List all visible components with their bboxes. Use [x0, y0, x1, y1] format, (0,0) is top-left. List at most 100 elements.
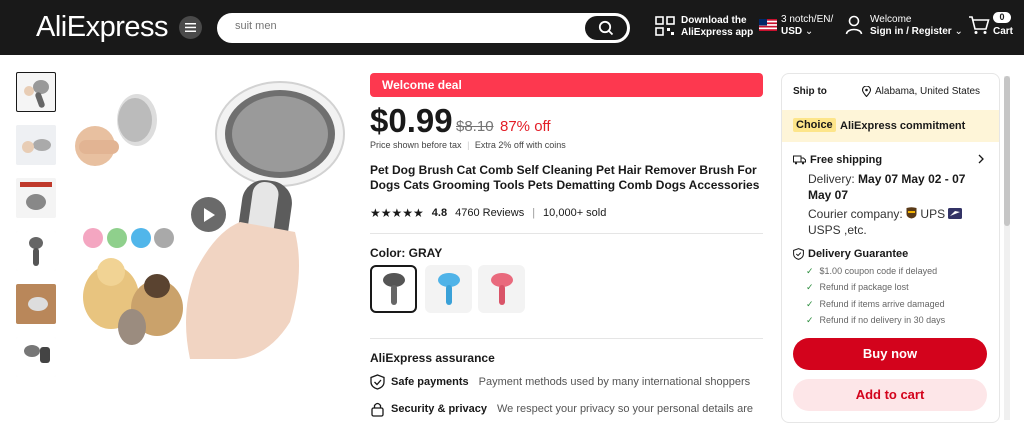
chevron-down-icon: ⌄: [804, 26, 814, 37]
guarantee-text: Refund if items arrive damaged: [819, 299, 945, 309]
assurance-2-title: Security & privacy: [391, 403, 487, 415]
reviews-link[interactable]: 4760 Reviews: [455, 207, 524, 219]
panel-scrollbar-thumb[interactable]: [1004, 76, 1010, 226]
check-icon: ✓: [806, 266, 814, 276]
choice-badge: Choice: [793, 118, 836, 132]
thumbnail-5[interactable]: [16, 284, 56, 324]
delivery-label: Delivery:: [808, 172, 855, 186]
us-flag-icon: [759, 19, 777, 31]
location-pin-icon: [862, 86, 871, 97]
search-button[interactable]: [585, 16, 627, 40]
brush-thumbnail-icon: [16, 284, 56, 324]
locale-line1: 3 notch/EN/: [781, 14, 834, 25]
check-icon: ✓: [806, 315, 814, 325]
guarantee-text: Refund if no delivery in 30 days: [819, 315, 946, 325]
add-to-cart-button[interactable]: Add to cart: [793, 379, 987, 411]
shield-check-icon: [793, 248, 804, 260]
brush-thumbnail-icon: [16, 337, 56, 377]
pink-brush-icon: [490, 273, 513, 305]
assurance-security-privacy[interactable]: Security & privacy We respect your priva…: [370, 401, 753, 417]
chevron-right-icon[interactable]: [977, 154, 985, 164]
swatch-gray[interactable]: [370, 265, 417, 313]
rating-row: ★★★★★ 4.8 4760 Reviews | 10,000+ sold: [370, 206, 606, 220]
divider: [370, 338, 763, 339]
chevron-down-icon: ⌄: [954, 26, 963, 37]
guarantee-text: $1.00 coupon code if delayed: [819, 266, 938, 276]
guarantee-label: Delivery Guarantee: [808, 248, 909, 260]
assurance-safe-payments[interactable]: Safe payments Payment methods used by ma…: [370, 374, 750, 390]
aliexpress-logo[interactable]: AliExpress: [36, 11, 169, 44]
thumbnail-3[interactable]: [16, 178, 56, 218]
play-video-button[interactable]: [191, 197, 226, 232]
download-line2: AliExpress app: [681, 27, 754, 38]
user-icon[interactable]: [845, 15, 863, 35]
thumbnail-4[interactable]: [16, 231, 56, 271]
lock-icon: [371, 402, 384, 417]
top-header: AliExpress Download the AliExpress app 3…: [0, 0, 1024, 55]
courier-name: UPS: [920, 207, 946, 221]
guarantee-item: ✓ $1.00 coupon code if delayed: [806, 266, 937, 277]
star-rating-icon: ★★★★★: [370, 206, 424, 220]
sign-in-register-link[interactable]: Sign in / Register: [870, 26, 952, 37]
discount-percent: 87% off: [500, 118, 551, 135]
search-input[interactable]: [235, 20, 575, 32]
swatch-blue[interactable]: [425, 265, 472, 313]
coins-note: Extra 2% off with coins: [474, 140, 566, 150]
location-text: Alabama, United States: [875, 86, 981, 97]
free-shipping-title[interactable]: Free shipping: [793, 154, 882, 166]
gray-brush-icon: [382, 273, 405, 305]
assurance-1-desc: Payment methods used by many internation…: [478, 376, 751, 388]
locale-selector[interactable]: 3 notch/EN/ USD ⌄: [781, 14, 833, 38]
check-icon: ✓: [806, 282, 814, 292]
assurance-title: AliExpress assurance: [370, 351, 495, 365]
guarantee-item: ✓ Refund if no delivery in 30 days: [806, 315, 945, 326]
play-icon: [203, 207, 215, 222]
thumbnail-1[interactable]: [16, 72, 56, 112]
price-notes: Price shown before tax | Extra 2% off wi…: [370, 140, 566, 150]
thumbnail-6[interactable]: [16, 337, 56, 377]
brush-thumbnail-icon: [16, 178, 56, 218]
search-bar: [217, 13, 630, 43]
check-icon: ✓: [806, 299, 814, 309]
sold-count: 10,000+ sold: [543, 207, 607, 219]
qr-code-icon[interactable]: [655, 16, 675, 36]
cart-icon[interactable]: [968, 15, 990, 35]
welcome-deal-banner: Welcome deal: [370, 73, 763, 97]
courier-info: Courier company: UPS USPS ,etc.: [808, 206, 993, 238]
truck-icon: [793, 155, 806, 165]
product-title: Pet Dog Brush Cat Comb Self Cleaning Pet…: [370, 163, 760, 192]
buy-now-button[interactable]: Buy now: [793, 338, 987, 370]
delivery-guarantee-title: Delivery Guarantee: [793, 248, 908, 260]
tax-note: Price shown before tax: [370, 140, 462, 150]
locale-line2: USD: [781, 26, 803, 37]
usps-logo-icon: [948, 208, 963, 219]
shield-check-icon: [370, 374, 385, 390]
courier-more: USPS ,etc.: [808, 223, 867, 237]
guarantee-text: Refund if package lost: [819, 282, 909, 292]
download-line1: Download the: [681, 15, 747, 26]
swatch-pink[interactable]: [478, 265, 525, 313]
delivery-estimate: Delivery: May 07 May 02 - 07 May 07: [808, 171, 988, 203]
guarantee-item: ✓ Refund if package lost: [806, 282, 909, 293]
guarantee-item: ✓ Refund if items arrive damaged: [806, 299, 945, 310]
menu-button[interactable]: [179, 16, 202, 39]
account-menu[interactable]: Welcome Sign in / Register ⌄: [870, 14, 963, 38]
original-price: $8.10: [456, 118, 494, 135]
courier-label: Courier company:: [808, 207, 903, 221]
search-icon: [598, 20, 614, 36]
rating-value: 4.8: [431, 207, 448, 219]
commitment-text: AliExpress commitment: [840, 120, 966, 132]
hamburger-icon: [185, 23, 196, 32]
free-shipping-label: Free shipping: [810, 154, 883, 166]
download-app-link[interactable]: Download the AliExpress app: [681, 15, 753, 39]
ups-logo-icon: [906, 207, 917, 219]
blue-brush-icon: [437, 273, 460, 305]
assurance-2-desc: We respect your privacy so your personal…: [497, 403, 753, 415]
cart-label[interactable]: Cart: [993, 26, 1013, 38]
current-price: $0.99: [370, 102, 453, 139]
brush-thumbnail-icon: [16, 231, 56, 271]
ship-location[interactable]: Alabama, United States: [862, 86, 980, 97]
cart-count-badge: 0: [993, 12, 1011, 23]
thumbnail-2[interactable]: [16, 125, 56, 165]
separator: |: [532, 207, 536, 219]
